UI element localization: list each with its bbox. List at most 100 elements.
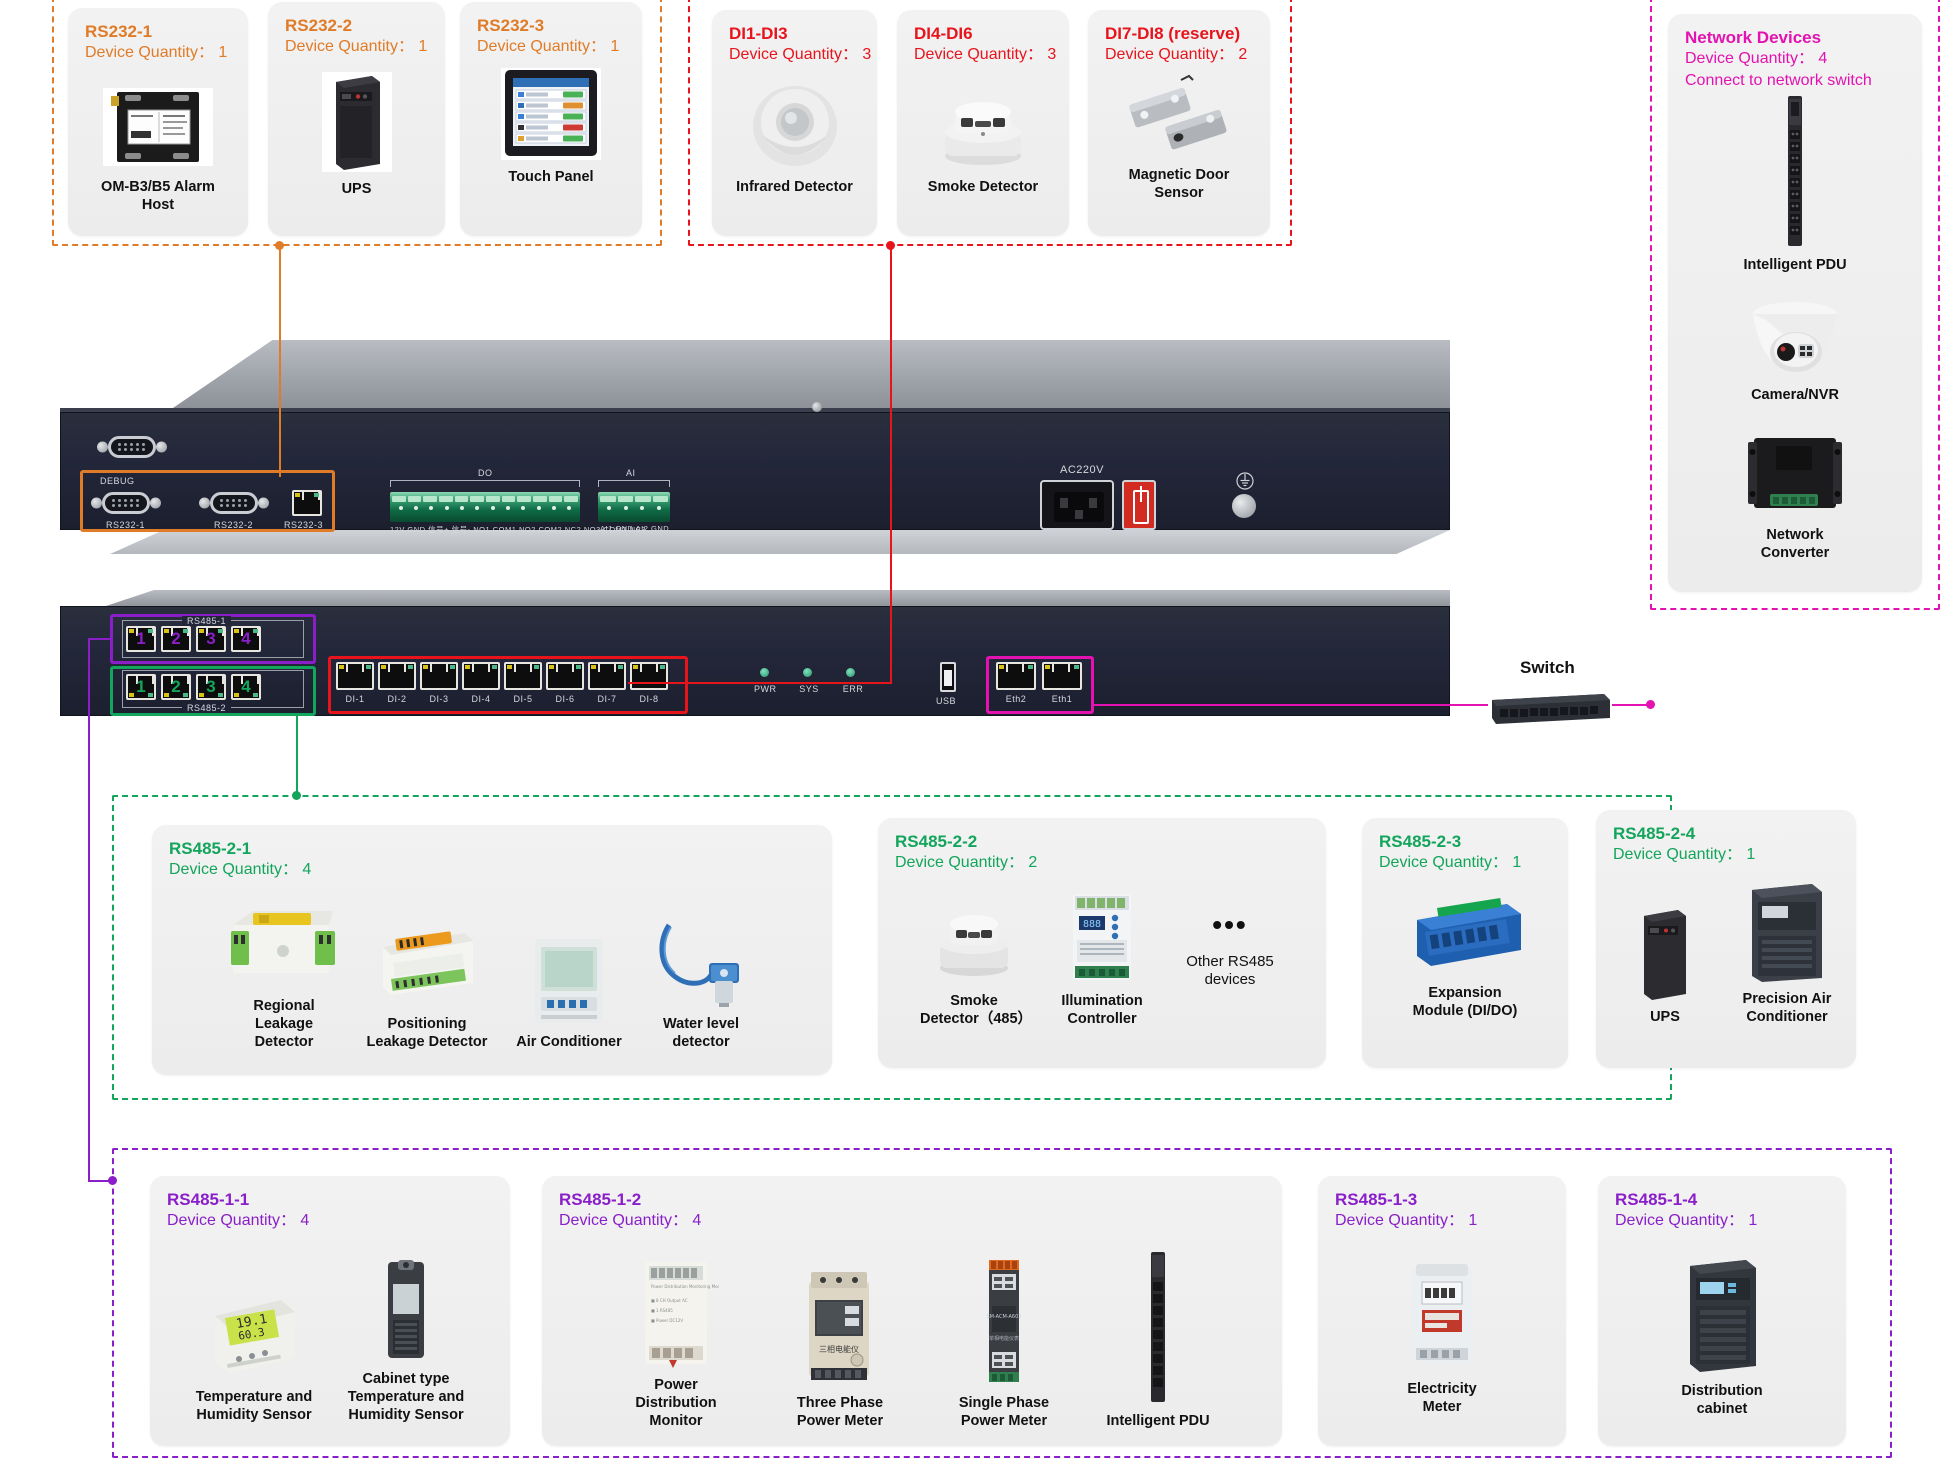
- device-item: Magnetic Door Sensor: [1115, 74, 1243, 202]
- card-di7-di8[interactable]: DI7-DI8 (reserve) Device Quantity： 2 Mag…: [1088, 10, 1270, 236]
- card-rs232-1[interactable]: RS232-1 Device Quantity： 1 OM-B3/B5 Alar…: [68, 8, 248, 236]
- di-3-port[interactable]: [420, 662, 458, 690]
- di-6-port[interactable]: [546, 662, 584, 690]
- eth2-port[interactable]: [996, 662, 1036, 690]
- usb-label: USB: [936, 696, 957, 706]
- card-rs485-1-4[interactable]: RS485-1-4 Device Quantity： 1 Distributio…: [1598, 1176, 1846, 1446]
- di-4-port[interactable]: [462, 662, 500, 690]
- rs485-1-port-4[interactable]: 4: [231, 626, 261, 652]
- card-note: Connect to network switch: [1685, 72, 1872, 89]
- rs485-1-port-3[interactable]: 3: [196, 626, 226, 652]
- device-item: 888 Illumination Controller: [1048, 890, 1156, 1028]
- rs485-2-label: RS485-2: [182, 703, 232, 713]
- di-2-port[interactable]: [378, 662, 416, 690]
- device-item: ••• Other RS485 devices: [1176, 905, 1284, 989]
- device-item: Positioning Leakage Detector: [363, 921, 491, 1051]
- di-5-port[interactable]: [504, 662, 542, 690]
- card-title: RS485-2-3: [1379, 832, 1462, 851]
- card-quantity: Device Quantity： 3: [729, 46, 872, 63]
- do-terminal-block[interactable]: [390, 492, 580, 522]
- device-label: Camera/NVR: [1751, 387, 1839, 403]
- rs485-2-port-4[interactable]: 4: [231, 674, 261, 700]
- rs485-2-port-1[interactable]: 1: [126, 674, 156, 700]
- device-item: Power Distribution Monitoring Module ■ 8…: [612, 1258, 740, 1430]
- smoke-detector-485-icon: [926, 892, 1022, 984]
- device-item: Intelligent PDU: [1731, 96, 1859, 274]
- eth-to-switch-line: [1094, 704, 1488, 706]
- card-rs485-1-1[interactable]: RS485-1-1 Device Quantity： 4 19.1 60.3 T…: [150, 1176, 510, 1446]
- device-label: Intelligent PDU: [1743, 257, 1847, 273]
- di-8-port[interactable]: [630, 662, 668, 690]
- di-1-label: DI-1: [345, 694, 365, 704]
- device-label: Precision Air Conditioner: [1742, 991, 1832, 1025]
- device-item: Smoke Detector: [919, 78, 1047, 196]
- card-rs232-2[interactable]: RS232-2 Device Quantity： 1 UPS: [268, 2, 445, 236]
- ai-terminal-block[interactable]: [598, 492, 670, 522]
- serial-port-left[interactable]: [97, 436, 167, 458]
- front-panel-unit: RS485-1 1 2 3 4 RS485-2 1 2 3 4 DI-1 DI-…: [60, 590, 1450, 730]
- dome-camera-icon: [1736, 294, 1854, 378]
- device-item: Distribution cabinet: [1658, 1256, 1786, 1418]
- device-label: OM-B3/B5 Alarm Host: [101, 179, 215, 213]
- device-item: OM-B3/B5 Alarm Host: [94, 84, 222, 214]
- card-quantity: Device Quantity： 1: [85, 44, 228, 61]
- single-phase-meter-icon: SM-ACM-A602 单相电能仪表: [977, 1256, 1031, 1386]
- card-rs485-2-1[interactable]: RS485-2-1 Device Quantity： 4 Regional Le…: [152, 825, 832, 1075]
- device-label: Single Phase Power Meter: [958, 1395, 1050, 1429]
- rs485-2-connector-line: [296, 716, 298, 795]
- usb-port[interactable]: [940, 662, 956, 692]
- device-label: Power Distribution Monitor: [635, 1377, 717, 1429]
- ac220v-label: AC220V: [1060, 464, 1104, 476]
- device-label: Infrared Detector: [736, 179, 853, 195]
- device-item: Camera/NVR: [1731, 294, 1859, 404]
- rs485-2-port-2[interactable]: 2: [161, 674, 191, 700]
- rs485-1-port-2[interactable]: 2: [161, 626, 191, 652]
- card-di1-di3[interactable]: DI1-DI3 Device Quantity： 3 Infrared Dete…: [712, 10, 877, 236]
- power-switch[interactable]: [1122, 480, 1156, 530]
- card-quantity: Device Quantity： 4: [167, 1212, 310, 1229]
- card-rs485-1-3[interactable]: RS485-1-3 Device Quantity： 1 Electricity…: [1318, 1176, 1566, 1446]
- regional-leakage-detector-icon: [229, 903, 339, 989]
- pdu-strip-icon: [1139, 1252, 1177, 1404]
- rs232-1-port[interactable]: [91, 492, 161, 514]
- card-rs485-2-4[interactable]: RS485-2-4 Device Quantity： 1 UPS Precisi…: [1596, 810, 1856, 1068]
- rs485-1-port-1[interactable]: 1: [126, 626, 156, 652]
- chassis-screw-top: [812, 402, 822, 412]
- ai-bracket: [598, 480, 670, 487]
- svg-text:■ Power DC12V: ■ Power DC12V: [651, 1318, 683, 1323]
- card-title: DI4-DI6: [914, 24, 973, 43]
- device-item: SM-ACM-A602 单相电能仪表 Single Phase Power Me…: [940, 1256, 1068, 1430]
- rs232-3-port[interactable]: [292, 490, 322, 516]
- eth1-port[interactable]: [1042, 662, 1082, 690]
- chassis-top-surface: [170, 340, 1450, 410]
- device-label: Smoke Detector（485）: [920, 993, 1033, 1027]
- card-rs485-2-2[interactable]: RS485-2-2 Device Quantity： 2 Smoke Detec…: [878, 818, 1326, 1068]
- ellipsis-icon: •••: [1212, 909, 1248, 940]
- di-1-port[interactable]: [336, 662, 374, 690]
- device-label: Other RS485 devices: [1186, 953, 1274, 988]
- card-network-devices[interactable]: Network Devices Device Quantity： 4 Conne…: [1668, 14, 1922, 592]
- device-item: Air Conditioner: [515, 937, 623, 1051]
- network-switch-icon: [1486, 690, 1612, 724]
- rs485-2-port-3[interactable]: 3: [196, 674, 226, 700]
- card-rs485-1-2[interactable]: RS485-1-2 Device Quantity： 4 Power Distr…: [542, 1176, 1282, 1446]
- card-quantity: Device Quantity： 1: [1615, 1212, 1758, 1229]
- card-title: RS232-1: [85, 22, 153, 41]
- di-7-port[interactable]: [588, 662, 626, 690]
- rs232-2-port[interactable]: [199, 492, 269, 514]
- ai-pin-labels: AI1 GND AI2 GND: [600, 524, 670, 533]
- card-title: DI1-DI3: [729, 24, 788, 43]
- device-label: Regional Leakage Detector: [253, 998, 315, 1050]
- temp-humidity-sensor-icon: 19.1 60.3: [205, 1288, 303, 1380]
- device-label: Positioning Leakage Detector: [366, 1016, 488, 1050]
- card-title: RS485-1-2: [559, 1190, 642, 1209]
- card-rs232-3[interactable]: RS232-3 Device Quantity： 1 Touch Panel: [460, 2, 642, 236]
- ac-power-inlet[interactable]: [1040, 480, 1114, 530]
- card-di4-di6[interactable]: DI4-DI6 Device Quantity： 3 Smoke Detecto…: [897, 10, 1069, 236]
- card-rs485-2-3[interactable]: RS485-2-3 Device Quantity： 1 Expansion M…: [1362, 818, 1568, 1068]
- di-7-label: DI-7: [597, 694, 617, 704]
- chassis-bottom-lip: [110, 530, 1450, 554]
- card-quantity: Device Quantity： 2: [1105, 46, 1248, 63]
- svg-text:三相电能仪: 三相电能仪: [819, 1344, 859, 1354]
- svg-text:■ 8 CH Output AC: ■ 8 CH Output AC: [651, 1298, 688, 1303]
